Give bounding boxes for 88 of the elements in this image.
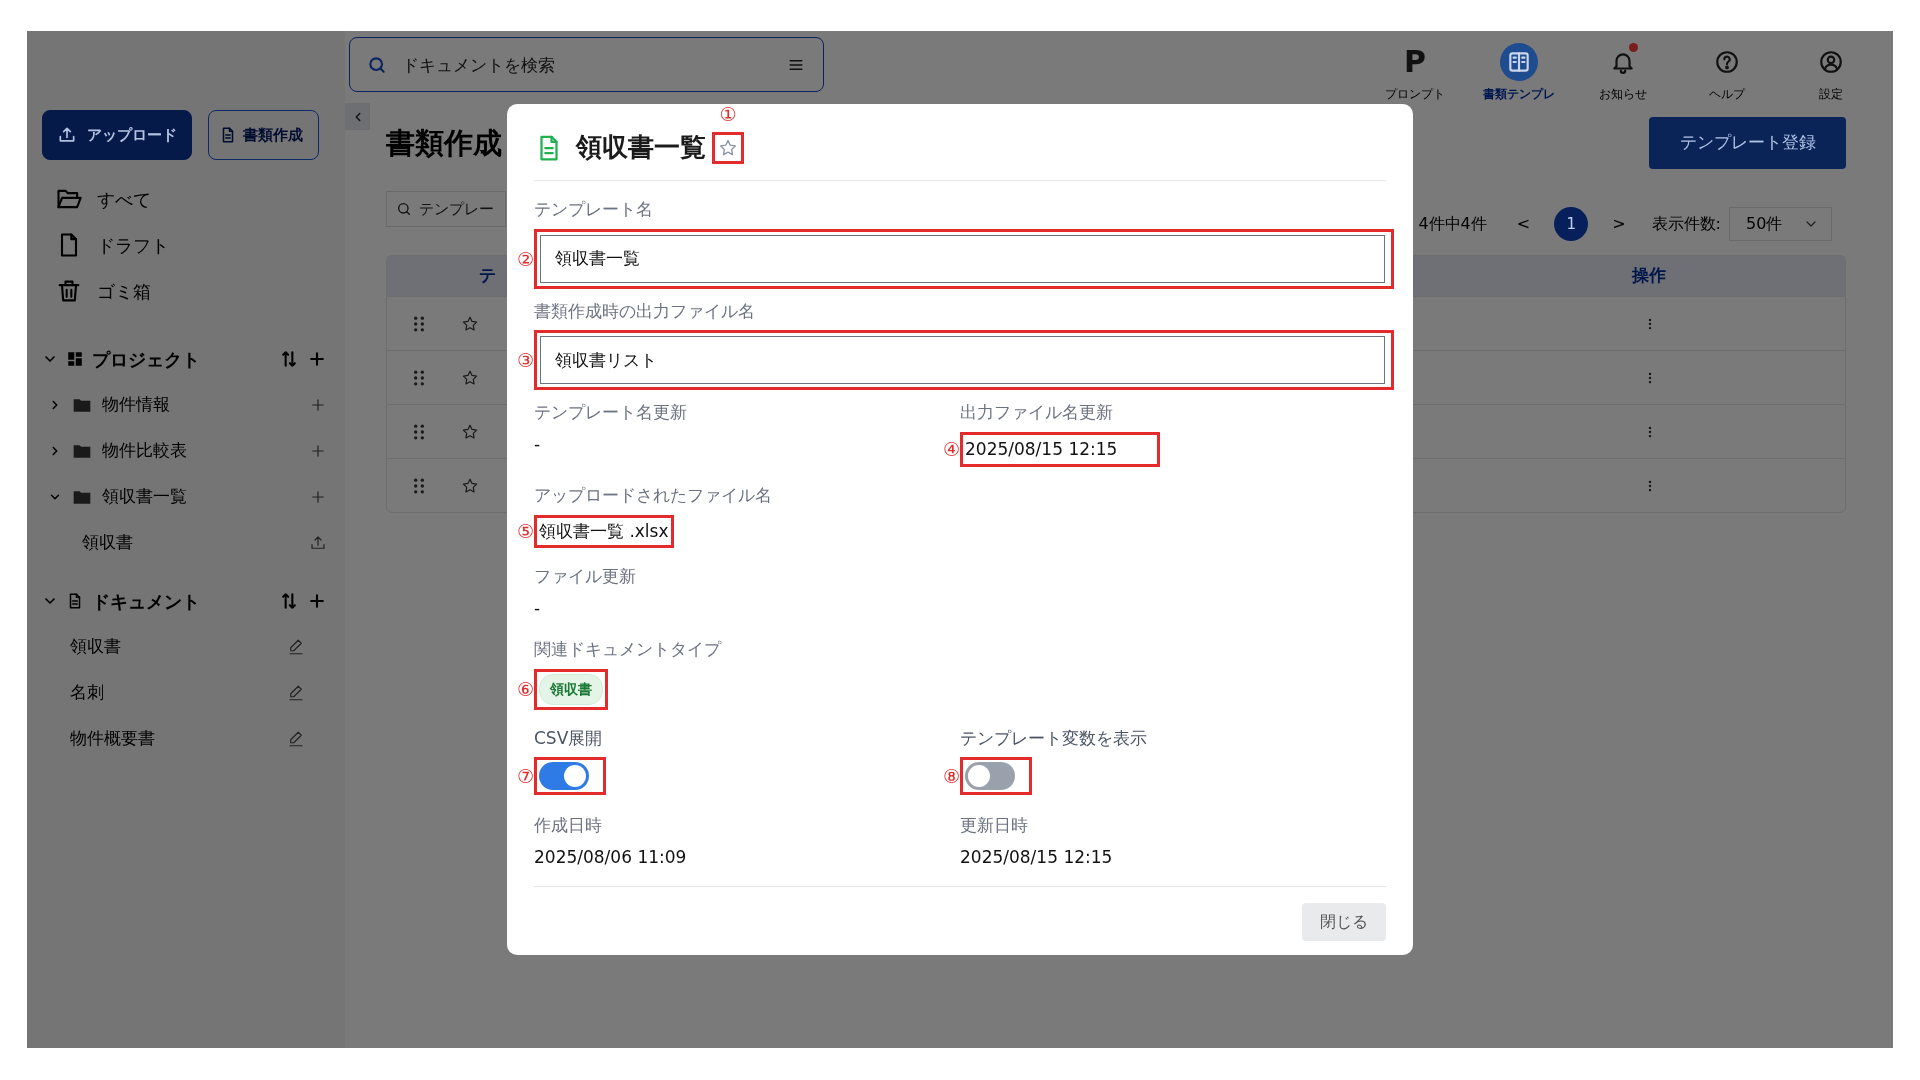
annotation-number: ①: [719, 105, 737, 124]
next-page-link[interactable]: >: [1612, 212, 1626, 236]
star-icon[interactable]: [461, 314, 479, 333]
tree-item[interactable]: 領収書: [82, 530, 299, 556]
field-label: CSV展開: [534, 726, 604, 750]
template-search-field[interactable]: テンプレー: [386, 191, 506, 227]
modal-title: 領収書一覧: [576, 132, 706, 164]
sort-icon[interactable]: [279, 349, 299, 369]
tree-item[interactable]: 領収書一覧: [102, 484, 299, 510]
column-header: テ: [479, 264, 497, 288]
pencil-icon[interactable]: [287, 730, 305, 748]
annotation-number: ⑥: [516, 679, 534, 699]
field-label: 作成日時: [534, 814, 603, 837]
field-label: 関連ドキュメントタイプ: [534, 638, 723, 661]
field-value: 2025/08/06 11:09: [534, 846, 687, 867]
star-icon[interactable]: [461, 422, 479, 441]
annotation-number: ⑧: [942, 766, 960, 786]
sort-icon[interactable]: [279, 591, 299, 611]
document-item[interactable]: 物件概要書: [70, 726, 277, 752]
page-number[interactable]: 1: [1554, 207, 1589, 241]
field-label: 出力ファイル名更新: [960, 401, 1114, 424]
grid-icon: [66, 350, 84, 368]
field-label: 書類作成時の出力ファイル名: [534, 299, 756, 323]
result-count: 4件中4件: [1418, 213, 1487, 235]
nav-tab[interactable]: P プロンプト: [1363, 31, 1467, 103]
search-icon: [396, 201, 412, 217]
page-size-label: 表示件数:: [1651, 213, 1721, 235]
search-icon: [367, 54, 387, 75]
collapse-button[interactable]: [345, 103, 370, 130]
star-icon[interactable]: [461, 476, 479, 495]
nav-tab[interactable]: 設定: [1779, 31, 1883, 103]
page-title: 書類作成: [386, 125, 502, 161]
section-title: プロジェクト: [92, 347, 201, 372]
previous-page-link[interactable]: <: [1516, 212, 1531, 236]
sidebar-item[interactable]: ドラフト: [42, 222, 327, 268]
field-label: テンプレート名更新: [534, 401, 688, 424]
tree-item[interactable]: 物件情報: [102, 392, 299, 418]
upload-button[interactable]: アップロード: [42, 110, 192, 160]
template-icon: [1506, 49, 1532, 75]
pencil-icon[interactable]: [287, 638, 305, 656]
field-label: アップロードされたファイル名: [534, 484, 773, 507]
annotation-number: ②: [516, 249, 534, 268]
field-value: 領収書一覧 .xlsx: [539, 519, 669, 543]
tree-item[interactable]: 物件比較表: [102, 438, 299, 464]
text-input-field[interactable]: 領収書リスト: [540, 336, 1385, 384]
document-item[interactable]: 領収書: [70, 634, 277, 660]
field-value: 2025/08/15 12:15: [965, 437, 1118, 461]
nav-tab[interactable]: お知らせ: [1571, 31, 1675, 103]
section-title: ドキュメント: [92, 589, 201, 614]
page-size-select[interactable]: 50件: [1729, 207, 1832, 241]
field-label: 更新日時: [960, 814, 1029, 837]
logo-letter: P: [1404, 47, 1426, 77]
annotation-number: ⑤: [516, 521, 534, 541]
column-header: 操作: [1630, 264, 1667, 288]
create-document-button[interactable]: 書類作成: [208, 110, 319, 160]
toggle-switch[interactable]: [539, 762, 589, 790]
field-label: ファイル更新: [534, 565, 637, 588]
field-label: テンプレート変数を表示: [960, 726, 1148, 750]
field-label: テンプレート名: [534, 198, 654, 221]
annotation-number: ⑦: [516, 766, 534, 786]
close-button[interactable]: 閉じる: [1302, 903, 1386, 941]
help-icon: [1714, 49, 1740, 75]
toggle-switch[interactable]: [965, 762, 1015, 790]
star-icon[interactable]: [461, 368, 479, 387]
add-icon[interactable]: [309, 488, 327, 506]
user-icon: [1818, 49, 1844, 75]
field-value: -: [534, 433, 541, 454]
field-value: -: [534, 597, 541, 618]
sidebar-item[interactable]: ゴミ箱: [42, 268, 327, 314]
document-item[interactable]: 名刺: [70, 680, 277, 706]
sidebar-item[interactable]: すべて: [42, 176, 327, 222]
text-input-field[interactable]: 領収書一覧: [540, 234, 1385, 283]
field-value: 2025/08/15 12:15: [960, 846, 1113, 867]
upload-icon: [57, 125, 77, 145]
nav-tab[interactable]: 書類テンプレ: [1467, 31, 1571, 103]
add-icon[interactable]: [309, 442, 327, 460]
star-icon[interactable]: [718, 138, 738, 158]
search-field[interactable]: ドキュメントを検索: [349, 37, 824, 92]
nav-tab[interactable]: ヘルプ: [1675, 31, 1779, 103]
annotation-number: ③: [516, 350, 534, 370]
add-icon[interactable]: [307, 591, 327, 611]
add-icon[interactable]: [307, 349, 327, 369]
pencil-icon[interactable]: [287, 684, 305, 702]
document-type-tag: 領収書: [539, 673, 603, 705]
add-icon[interactable]: [309, 396, 327, 414]
upload-icon[interactable]: [309, 534, 327, 552]
register-template-button[interactable]: テンプレート登録: [1649, 117, 1846, 169]
annotation-number: ④: [942, 439, 960, 459]
